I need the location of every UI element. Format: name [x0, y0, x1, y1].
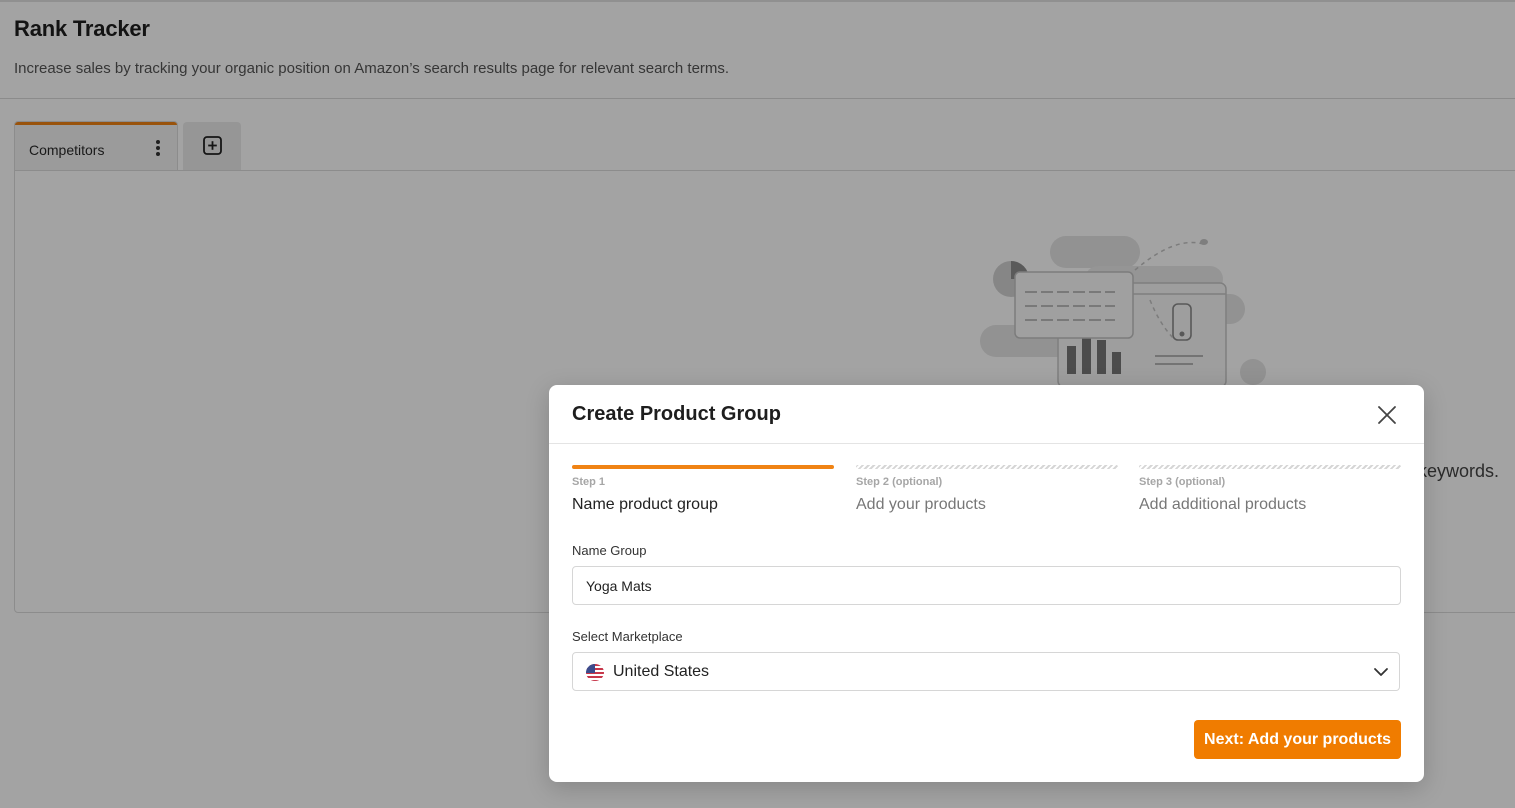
next-add-products-button[interactable]: Next: Add your products	[1194, 720, 1401, 759]
marketplace-select[interactable]: United States	[572, 652, 1400, 691]
step-title: Add additional products	[1139, 496, 1307, 513]
step-number: Step 3 (optional)	[1139, 476, 1226, 488]
step-3: Step 3 (optional) Add additional product…	[1139, 465, 1401, 514]
step-progress-bar	[1139, 465, 1401, 469]
marketplace-value: United States	[613, 663, 710, 680]
us-flag-icon	[586, 664, 604, 681]
modal-divider	[549, 443, 1424, 444]
step-2: Step 2 (optional) Add your products	[856, 465, 1118, 514]
step-progress-bar	[856, 465, 1118, 469]
marketplace-label: Select Marketplace	[572, 629, 683, 644]
step-title: Add your products	[856, 496, 986, 513]
step-1: Step 1 Name product group	[572, 465, 834, 514]
step-progress-bar	[572, 465, 834, 469]
modal-title: Create Product Group	[572, 403, 781, 425]
name-group-input[interactable]	[572, 566, 1401, 605]
step-number: Step 1	[572, 476, 606, 488]
create-product-group-modal: Create Product Group Step 1 Name product…	[549, 385, 1424, 782]
name-group-label: Name Group	[572, 543, 647, 558]
step-number: Step 2 (optional)	[856, 476, 943, 488]
chevron-down-icon	[1374, 668, 1388, 676]
close-icon[interactable]	[1375, 403, 1399, 427]
step-title: Name product group	[572, 496, 718, 513]
